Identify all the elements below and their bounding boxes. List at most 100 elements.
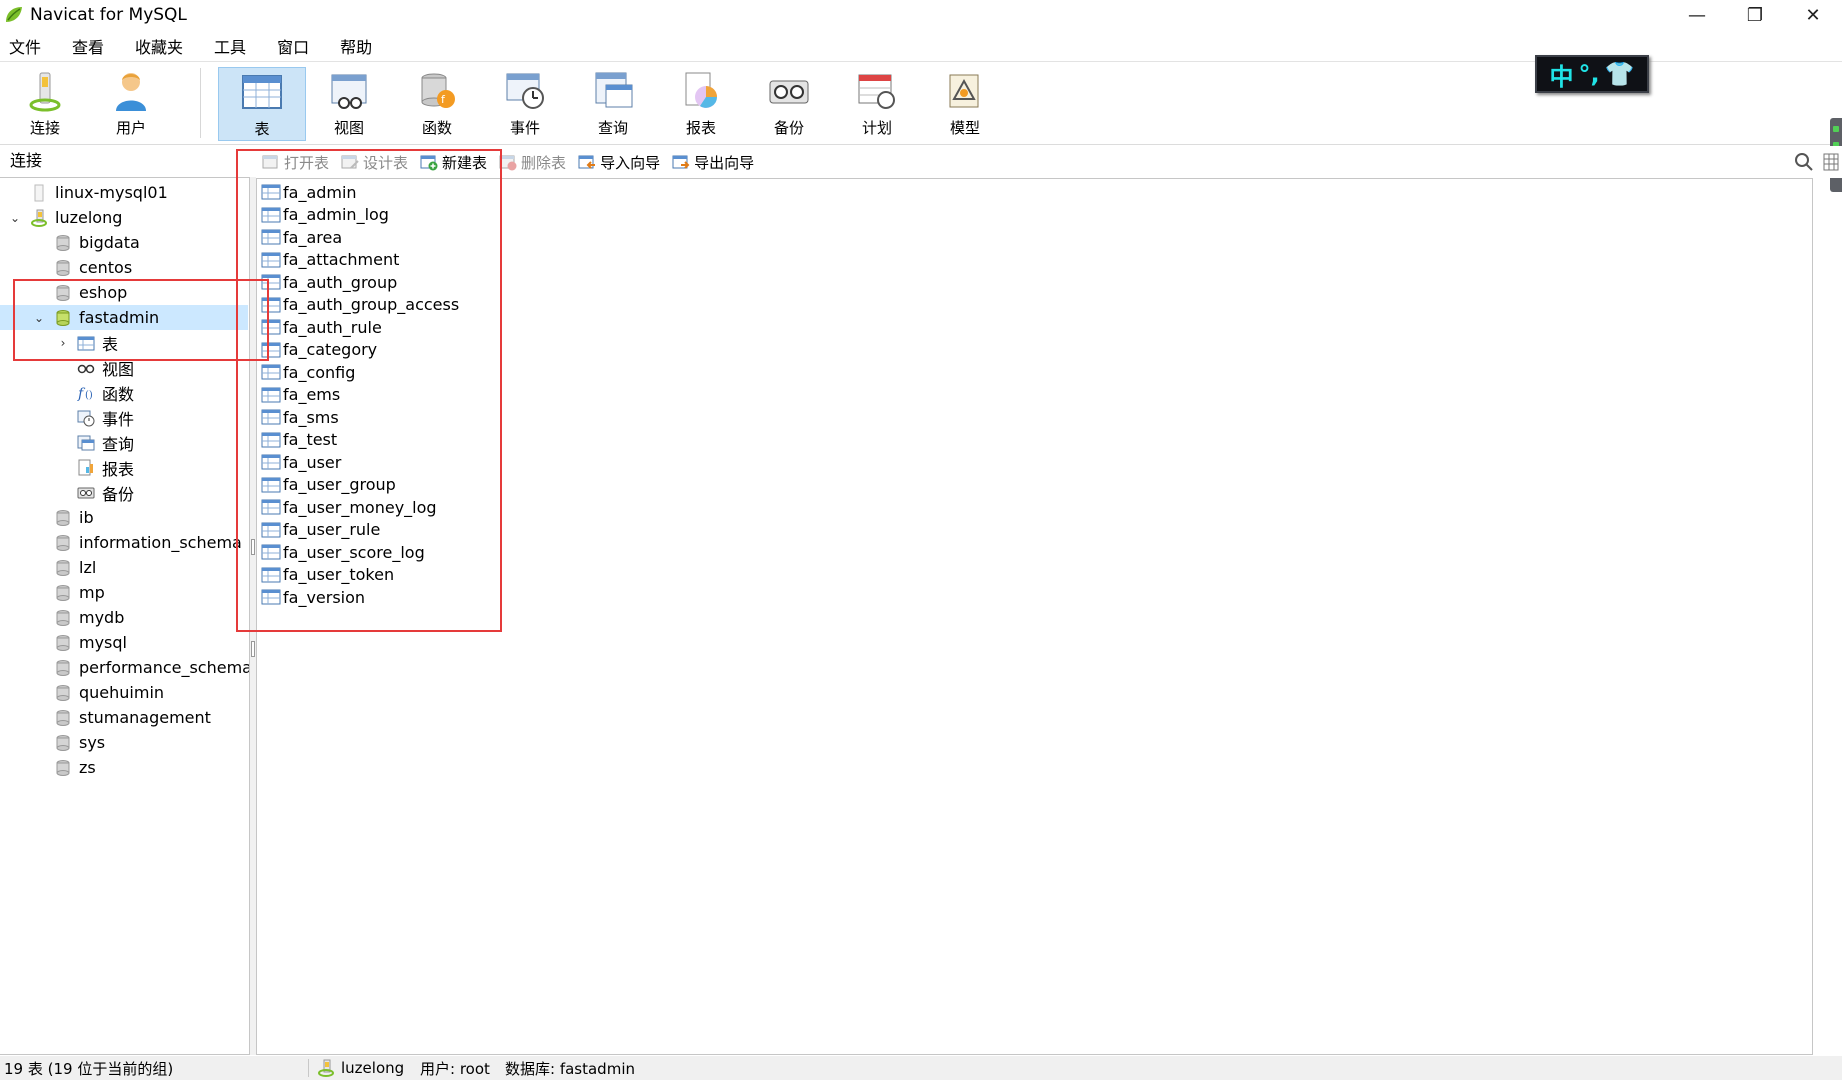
tree-label: mp xyxy=(79,583,105,602)
new-table-button[interactable]: 新建表 xyxy=(420,152,487,173)
function-icon: f xyxy=(421,73,455,108)
connection-on-icon xyxy=(318,1059,334,1077)
chevron-down-icon[interactable]: ⌄ xyxy=(8,211,22,225)
table-item[interactable]: fa_user_token xyxy=(261,564,394,586)
toolbar-backup-button[interactable]: 备份 xyxy=(748,67,830,141)
table-item[interactable]: fa_attachment xyxy=(261,249,399,271)
tree-item-events[interactable]: 事件 xyxy=(0,405,248,430)
table-item[interactable]: fa_user_money_log xyxy=(261,496,437,518)
tree-item-connection[interactable]: ⌄ luzelong xyxy=(0,205,248,230)
tree-item-database[interactable]: ib xyxy=(0,505,248,530)
maximize-button[interactable]: ❐ xyxy=(1726,0,1784,30)
table-item[interactable]: fa_auth_rule xyxy=(261,316,382,338)
tree-item-connection[interactable]: linux-mysql01 xyxy=(0,180,248,205)
import-wizard-button[interactable]: 导入向导 xyxy=(578,152,660,173)
status-table-count: 19 表 (19 位于当前的组) xyxy=(4,1059,174,1078)
chevron-down-icon[interactable]: ⌄ xyxy=(32,311,46,325)
tree-item-database[interactable]: centos xyxy=(0,255,248,280)
menu-file[interactable]: 文件 xyxy=(0,34,50,58)
splitter-grip[interactable] xyxy=(251,539,255,555)
table-icon xyxy=(261,274,281,290)
table-item[interactable]: fa_test xyxy=(261,429,337,451)
table-item[interactable]: fa_user_group xyxy=(261,474,396,496)
toolbar-user-button[interactable]: 用户 xyxy=(90,67,172,141)
database-icon xyxy=(56,584,70,601)
table-item[interactable]: fa_user_score_log xyxy=(261,541,425,563)
tree-item-database[interactable]: eshop xyxy=(0,280,248,305)
database-icon xyxy=(56,659,70,676)
table-icon xyxy=(261,184,281,200)
table-name: fa_attachment xyxy=(283,250,400,269)
toolbar-function-button[interactable]: f 函数 xyxy=(396,67,478,141)
table-item[interactable]: fa_ems xyxy=(261,384,340,406)
title-bar: Navicat for MySQL — ❐ ✕ xyxy=(0,0,1842,30)
menu-favorites[interactable]: 收藏夹 xyxy=(126,34,192,58)
database-icon xyxy=(56,284,70,301)
table-icon xyxy=(261,387,281,402)
table-item[interactable]: fa_auth_group_access xyxy=(261,294,459,316)
table-item[interactable]: fa_admin xyxy=(261,181,357,203)
table-item[interactable]: fa_user xyxy=(261,451,341,473)
grid-view-icon[interactable] xyxy=(1822,152,1840,172)
table-icon xyxy=(261,522,281,537)
table-item[interactable]: fa_sms xyxy=(261,406,339,428)
tree-item-database[interactable]: stumanagement xyxy=(0,705,248,730)
table-icon xyxy=(261,454,281,470)
table-item[interactable]: fa_auth_group xyxy=(261,271,397,293)
table-item[interactable]: fa_config xyxy=(261,361,355,383)
menu-view[interactable]: 查看 xyxy=(63,34,113,58)
menu-help[interactable]: 帮助 xyxy=(331,34,381,58)
splitter-grip[interactable] xyxy=(251,641,255,657)
toolbar-connection-button[interactable]: 连接 xyxy=(4,67,86,141)
tree-item-database[interactable]: zs xyxy=(0,755,248,780)
table-name: fa_user_rule xyxy=(283,520,381,539)
export-wizard-button[interactable]: 导出向导 xyxy=(672,152,754,173)
tree-item-database[interactable]: mp xyxy=(0,580,248,605)
delete-table-button[interactable]: 删除表 xyxy=(499,152,566,173)
menu-window[interactable]: 窗口 xyxy=(268,34,318,58)
tree-item-database[interactable]: bigdata xyxy=(0,230,248,255)
search-icon[interactable] xyxy=(1794,152,1814,172)
toolbar-report-button[interactable]: 报表 xyxy=(660,67,742,141)
tree-item-tables[interactable]: › 表 xyxy=(0,330,248,355)
tree-item-reports[interactable]: 报表 xyxy=(0,455,248,480)
toolbar-schedule-button[interactable]: 计划 xyxy=(836,67,918,141)
tree-item-database[interactable]: mysql xyxy=(0,630,248,655)
tree-item-database[interactable]: lzl xyxy=(0,555,248,580)
toolbar-query-button[interactable]: 查询 xyxy=(572,67,654,141)
tree-item-database[interactable]: quehuimin xyxy=(0,680,248,705)
export-wizard-icon xyxy=(672,155,690,169)
toolbar-view-button[interactable]: 视图 xyxy=(308,67,390,141)
tree-item-backups[interactable]: 备份 xyxy=(0,480,248,505)
table-item[interactable]: fa_area xyxy=(261,226,342,248)
toolbar-event-button[interactable]: 事件 xyxy=(484,67,566,141)
minimize-button[interactable]: — xyxy=(1668,0,1726,30)
chevron-right-icon[interactable]: › xyxy=(56,336,70,350)
close-button[interactable]: ✕ xyxy=(1784,0,1842,30)
table-name: fa_auth_rule xyxy=(283,317,382,337)
new-table-icon xyxy=(420,155,438,171)
tree-item-database[interactable]: sys xyxy=(0,730,248,755)
toolbar-model-button[interactable]: 模型 xyxy=(924,67,1006,141)
toolbar-table-button[interactable]: 表 xyxy=(218,67,306,141)
menu-tools[interactable]: 工具 xyxy=(205,34,255,58)
database-icon xyxy=(56,684,70,701)
open-table-button[interactable]: 打开表 xyxy=(262,152,329,173)
design-table-button[interactable]: 设计表 xyxy=(341,152,408,173)
tree-item-queries[interactable]: 查询 xyxy=(0,430,248,455)
table-name: fa_admin xyxy=(283,182,357,202)
tree-item-views[interactable]: 视图 xyxy=(0,355,248,380)
toolbar-separator xyxy=(200,68,201,138)
table-item[interactable]: fa_admin_log xyxy=(261,204,389,226)
tree-item-database[interactable]: information_schema xyxy=(0,530,248,555)
tree-item-database[interactable]: mydb xyxy=(0,605,248,630)
tree-item-database[interactable]: performance_schema xyxy=(0,655,249,680)
table-icon xyxy=(261,544,281,560)
database-icon xyxy=(56,509,70,526)
tree-item-database-selected[interactable]: ⌄ fastadmin xyxy=(0,305,248,330)
tree-item-functions[interactable]: f() 函数 xyxy=(0,380,248,405)
table-item[interactable]: fa_user_rule xyxy=(261,519,380,541)
ime-indicator[interactable]: 中 °, 👕 xyxy=(1535,55,1649,93)
table-item[interactable]: fa_version xyxy=(261,586,365,608)
table-item[interactable]: fa_category xyxy=(261,339,377,361)
